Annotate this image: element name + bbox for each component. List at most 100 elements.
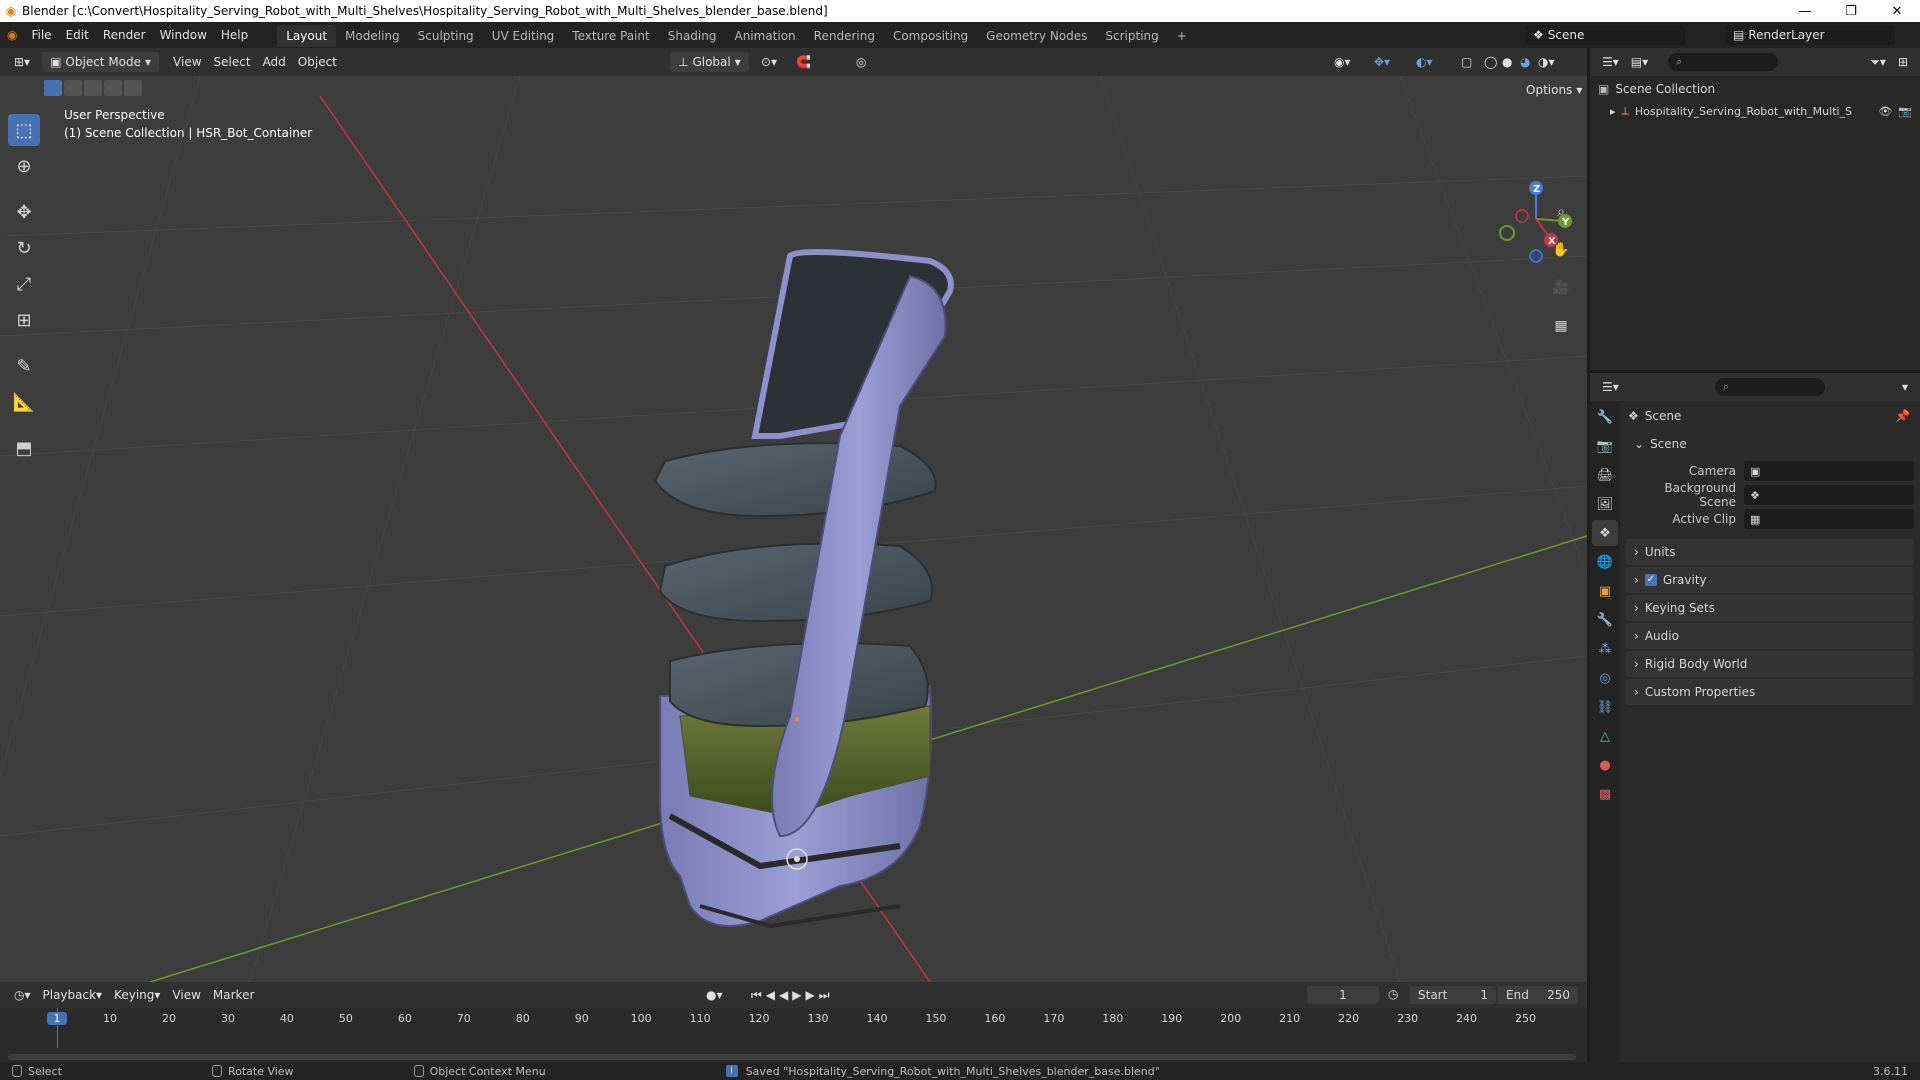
display-mode-icon[interactable]: ▤▾: [1625, 52, 1654, 72]
tab-geometry-nodes[interactable]: Geometry Nodes: [977, 25, 1096, 47]
scale-icon[interactable]: ⤢: [8, 268, 40, 300]
tab-texture-paint[interactable]: Texture Paint: [563, 25, 658, 47]
menu-keying[interactable]: Keying ▾: [108, 985, 166, 1005]
material-tab-icon[interactable]: ●: [1592, 752, 1618, 778]
panel-audio[interactable]: › Audio: [1626, 623, 1914, 649]
outliner-search-input[interactable]: ⌕: [1668, 53, 1779, 71]
measure-icon[interactable]: 📐: [8, 386, 40, 418]
transform-orientation-selector[interactable]: ⊥ Global ▾: [670, 52, 749, 72]
record-icon[interactable]: ●▾: [700, 985, 729, 1005]
start-frame-field[interactable]: Start 1: [1410, 986, 1496, 1004]
menu-render[interactable]: Render: [96, 22, 153, 48]
panel-gravity[interactable]: › ✓ Gravity: [1626, 567, 1914, 593]
pivot-icon[interactable]: ⊙▾: [755, 52, 783, 72]
select-extend-icon[interactable]: [64, 80, 82, 96]
xray-icon[interactable]: ▢: [1455, 52, 1478, 72]
gizmo-toggle-icon[interactable]: ✥▾: [1368, 52, 1396, 72]
properties-search-input[interactable]: ⌕: [1714, 378, 1825, 396]
select-intersect-icon[interactable]: [124, 80, 142, 96]
camera-view-icon[interactable]: 🎥: [1549, 276, 1573, 300]
tab-animation[interactable]: Animation: [725, 25, 804, 47]
zoom-icon[interactable]: ⌕: [1549, 200, 1573, 224]
tab-modeling[interactable]: Modeling: [336, 25, 409, 47]
editor-type-icon[interactable]: ⊞▾: [8, 52, 36, 72]
gravity-checkbox[interactable]: ✓: [1644, 574, 1657, 586]
maximize-button[interactable]: ❐: [1828, 0, 1874, 22]
timeline-scrollbar[interactable]: [8, 1054, 1576, 1060]
playback-controls[interactable]: ⏮◀◀▶▶⏭: [745, 985, 840, 1005]
transform-icon[interactable]: ⊞: [8, 304, 40, 336]
rendered-shading-icon[interactable]: ◑▾: [1532, 52, 1561, 72]
menu-file[interactable]: File: [24, 22, 58, 48]
select-box-icon[interactable]: ⬚: [8, 114, 40, 146]
menu-timeline-view[interactable]: View: [166, 985, 206, 1005]
cursor-icon[interactable]: ⊕: [8, 150, 40, 182]
menu-help[interactable]: Help: [214, 22, 255, 48]
ortho-grid-icon[interactable]: ▦: [1549, 314, 1573, 338]
background-scene-field[interactable]: ❖: [1744, 485, 1914, 505]
add-workspace-button[interactable]: +: [1168, 25, 1196, 47]
panel-scene[interactable]: ⌄ Scene: [1626, 431, 1914, 457]
blender-menu-icon[interactable]: ◉: [0, 22, 24, 48]
panel-rigid-body-world[interactable]: › Rigid Body World: [1626, 651, 1914, 677]
eye-icon[interactable]: 👁: [1878, 105, 1892, 118]
select-subtract-icon[interactable]: [84, 80, 102, 96]
menu-window[interactable]: Window: [153, 22, 214, 48]
pin-icon[interactable]: 📌: [1895, 409, 1910, 423]
menu-marker[interactable]: Marker: [207, 985, 260, 1005]
chevron-right-icon[interactable]: ▸: [1610, 105, 1616, 118]
snap-icon[interactable]: 🧲: [790, 52, 817, 72]
filter-icon[interactable]: ⏷▾: [1864, 52, 1892, 72]
menu-add[interactable]: Add: [257, 52, 292, 72]
close-button[interactable]: ✕: [1874, 0, 1920, 22]
renderlayer-selector[interactable]: ▤ RenderLayer: [1725, 25, 1895, 45]
visibility-icon[interactable]: ◉▾: [1328, 52, 1357, 72]
camera-field[interactable]: ▣: [1744, 461, 1914, 481]
chevron-down-icon[interactable]: ▾: [1896, 377, 1914, 397]
properties-editor-type-icon[interactable]: ☰▾: [1596, 377, 1625, 397]
outliner-editor-type-icon[interactable]: ☰▾: [1596, 52, 1625, 72]
clock-icon[interactable]: ◷: [1388, 987, 1398, 1001]
mode-selector[interactable]: ▣ Object Mode ▾: [42, 52, 160, 72]
panel-units[interactable]: › Units: [1626, 539, 1914, 565]
add-cube-icon[interactable]: ⬒: [8, 432, 40, 464]
tab-scripting[interactable]: Scripting: [1096, 25, 1167, 47]
panel-custom-properties[interactable]: › Custom Properties: [1626, 679, 1914, 705]
options-button[interactable]: Options ▾: [1518, 80, 1587, 100]
rotate-icon[interactable]: ↻: [8, 232, 40, 264]
panel-keying-sets[interactable]: › Keying Sets: [1626, 595, 1914, 621]
tab-rendering[interactable]: Rendering: [805, 25, 884, 47]
menu-edit[interactable]: Edit: [59, 22, 96, 48]
tab-shading[interactable]: Shading: [659, 25, 726, 47]
tab-compositing[interactable]: Compositing: [884, 25, 977, 47]
current-frame-field[interactable]: 1: [1307, 986, 1379, 1004]
overlay-toggle-icon[interactable]: ◐▾: [1410, 52, 1439, 72]
tab-uv-editing[interactable]: UV Editing: [483, 25, 564, 47]
menu-view[interactable]: View: [167, 52, 207, 72]
camera-icon[interactable]: 📷: [1898, 105, 1912, 118]
tab-sculpting[interactable]: Sculpting: [409, 25, 483, 47]
tab-layout[interactable]: Layout: [277, 25, 337, 47]
move-icon[interactable]: ✥: [8, 196, 40, 228]
robot-model[interactable]: [653, 249, 954, 929]
3d-viewport[interactable]: Z Y X User Perspective (1) Scene Collect…: [0, 76, 1587, 982]
proportional-edit-icon[interactable]: ◎: [850, 52, 872, 72]
outliner-item[interactable]: ▸ ⟂ Hospitality_Serving_Robot_with_Multi…: [1590, 102, 1920, 120]
timeline-editor-type-icon[interactable]: ◷▾: [8, 985, 37, 1005]
data-tab-icon[interactable]: △: [1592, 723, 1618, 749]
menu-object[interactable]: Object: [292, 52, 343, 72]
menu-playback[interactable]: Playback ▾: [37, 985, 109, 1005]
menu-select[interactable]: Select: [208, 52, 257, 72]
pan-hand-icon[interactable]: ✋: [1549, 238, 1573, 262]
minimize-button[interactable]: —: [1782, 0, 1828, 22]
select-new-icon[interactable]: [44, 80, 62, 96]
scene-selector[interactable]: ❖ Scene: [1525, 25, 1685, 45]
timeline-ruler[interactable]: 1 10 20 30 40 50 60 70 80 90 100 110 120 130 140 150 160…: [0, 1008, 1587, 1062]
outliner-root-row[interactable]: ▣ Scene Collection: [1590, 76, 1920, 102]
new-collection-icon[interactable]: ⊞: [1892, 52, 1914, 72]
annotate-icon[interactable]: ✎: [8, 350, 40, 382]
select-invert-icon[interactable]: [104, 80, 122, 96]
texture-tab-icon[interactable]: ▩: [1592, 781, 1618, 807]
active-clip-field[interactable]: ▦: [1744, 509, 1914, 529]
end-frame-field[interactable]: End 250: [1498, 986, 1578, 1004]
